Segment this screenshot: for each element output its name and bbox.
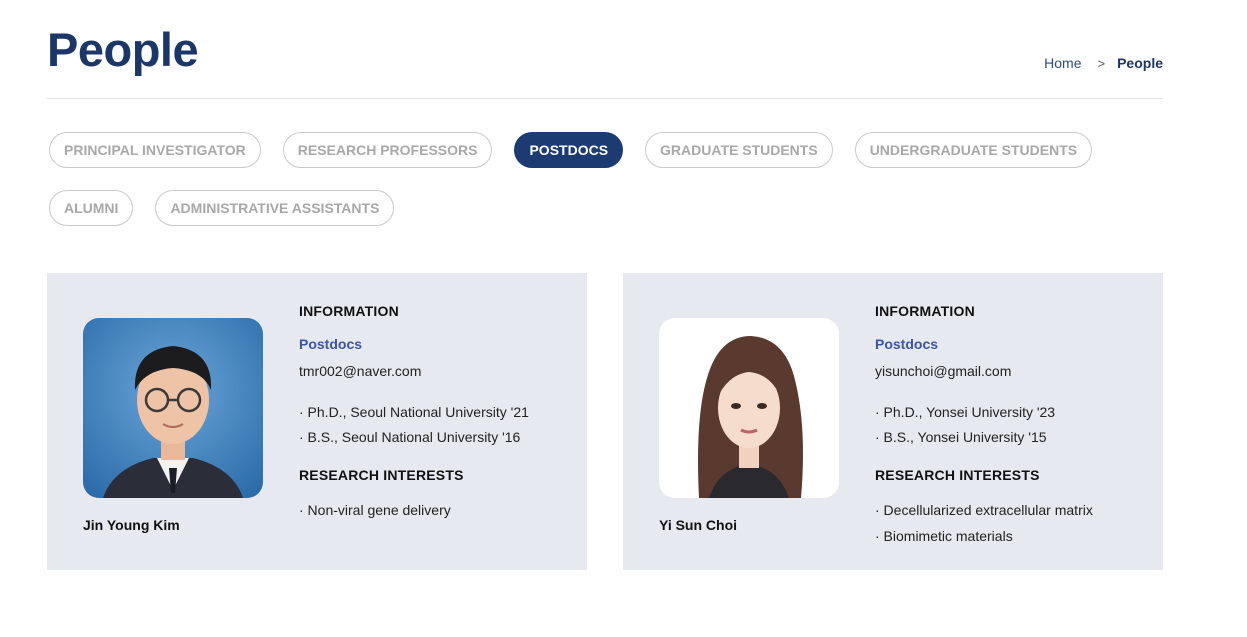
- profile-photo: [83, 318, 263, 498]
- education-item: · B.S., Seoul National University '16: [299, 429, 521, 445]
- person-card: Yi Sun Choi INFORMATION Postdocs yisunch…: [623, 273, 1163, 570]
- page-title: People: [47, 23, 199, 76]
- tab-graduate-students[interactable]: GRADUATE STUDENTS: [645, 132, 833, 168]
- breadcrumb-current: People: [1117, 55, 1163, 71]
- person-card: Jin Young Kim INFORMATION Postdocs tmr00…: [47, 273, 587, 570]
- info-heading: INFORMATION: [875, 303, 975, 319]
- tab-principal-investigator[interactable]: PRINCIPAL INVESTIGATOR: [49, 132, 261, 168]
- person-email: yisunchoi@gmail.com: [875, 363, 1012, 379]
- research-interests-heading: RESEARCH INTERESTS: [875, 467, 1040, 483]
- category-tabs: PRINCIPAL INVESTIGATOR RESEARCH PROFESSO…: [49, 132, 1149, 248]
- education-list: · Ph.D., Yonsei University '23 · B.S., Y…: [875, 400, 1155, 450]
- person-role: Postdocs: [875, 336, 939, 352]
- education-item: · B.S., Yonsei University '15: [875, 429, 1047, 445]
- research-interests-heading: RESEARCH INTERESTS: [299, 467, 464, 483]
- breadcrumb-home-link[interactable]: Home: [1044, 55, 1081, 71]
- person-role: Postdocs: [299, 336, 363, 352]
- tab-postdocs[interactable]: POSTDOCS: [514, 132, 624, 168]
- breadcrumb: Home > People: [1044, 55, 1163, 71]
- tab-undergraduate-students[interactable]: UNDERGRADUATE STUDENTS: [854, 132, 1093, 168]
- tab-administrative-assistants[interactable]: ADMINISTRATIVE ASSISTANTS: [155, 190, 395, 226]
- education-item: · Ph.D., Yonsei University '23: [875, 404, 1056, 420]
- person-info: INFORMATION Postdocs tmr002@naver.com · …: [299, 303, 579, 523]
- person-name: Yi Sun Choi: [659, 517, 738, 533]
- person-email: tmr002@naver.com: [299, 363, 422, 379]
- person-info: INFORMATION Postdocs yisunchoi@gmail.com…: [875, 303, 1155, 549]
- person-name: Jin Young Kim: [83, 517, 180, 533]
- interest-item: · Decellularized extracellular matrix: [875, 502, 1093, 518]
- interest-item: · Biomimetic materials: [875, 528, 1013, 544]
- info-heading: INFORMATION: [299, 303, 399, 319]
- tab-alumni[interactable]: ALUMNI: [49, 190, 134, 226]
- breadcrumb-separator: >: [1097, 55, 1106, 71]
- interests-list: · Decellularized extracellular matrix · …: [875, 497, 1155, 549]
- education-list: · Ph.D., Seoul National University '21 ·…: [299, 400, 579, 450]
- interest-item: · Non-viral gene delivery: [299, 502, 451, 518]
- education-item: · Ph.D., Seoul National University '21: [299, 404, 529, 420]
- profile-photo: [659, 318, 839, 498]
- tab-research-professors[interactable]: RESEARCH PROFESSORS: [282, 132, 493, 168]
- interests-list: · Non-viral gene delivery: [299, 497, 579, 523]
- page-header: People Home > People: [47, 0, 1163, 99]
